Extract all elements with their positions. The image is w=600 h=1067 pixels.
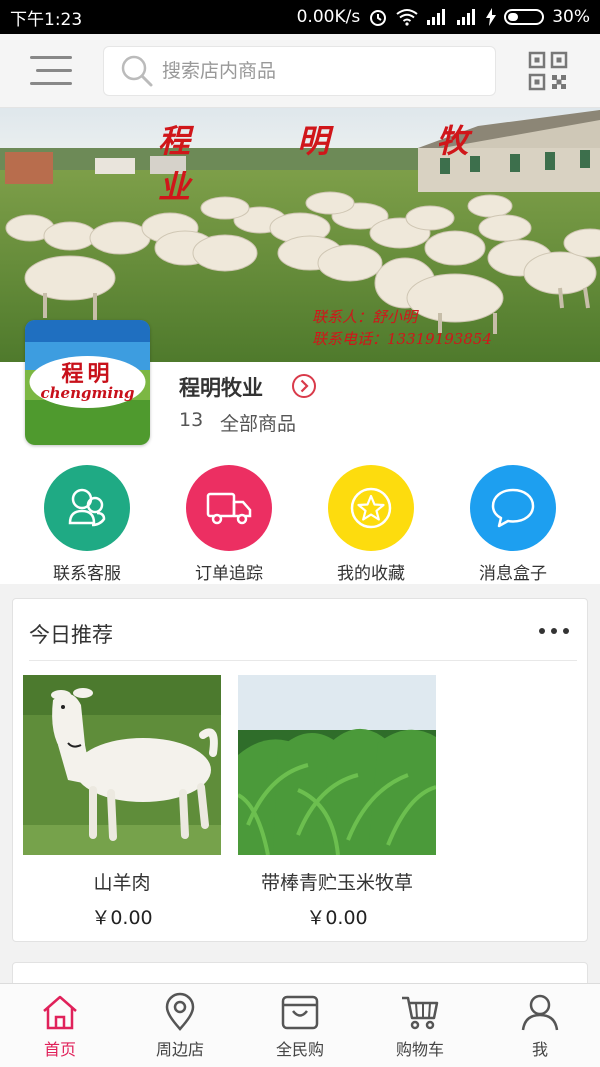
product-name: 山羊肉	[93, 872, 151, 894]
status-bar: 下午1:23 0.00K/s 30%	[0, 0, 600, 34]
quick-action-label: 联系客服	[53, 564, 121, 584]
banner-title: 程 明 牧 业	[158, 122, 517, 206]
signal-icon-2	[457, 9, 476, 25]
favorites-button[interactable]: 我的收藏	[301, 465, 441, 584]
nav-label: 购物车	[395, 1040, 444, 1059]
nav-label: 我	[531, 1040, 548, 1059]
all-products-link[interactable]: 全部商品	[220, 409, 296, 436]
nav-label: 周边店	[155, 1040, 204, 1059]
nav-home[interactable]: 首页	[0, 984, 120, 1067]
chevron-right-icon[interactable]	[291, 373, 317, 399]
nav-label: 首页	[43, 1040, 76, 1059]
product-price: ￥0.00	[306, 907, 368, 929]
network-speed: 0.00K/s	[296, 7, 361, 27]
status-indicators: 0.00K/s 30%	[297, 7, 590, 27]
nav-nearby[interactable]: 周边店	[120, 984, 240, 1067]
charging-icon	[486, 8, 497, 26]
product-name: 带棒青贮玉米牧草	[260, 872, 413, 894]
search-icon	[121, 55, 153, 87]
nav-me[interactable]: 我	[480, 984, 600, 1067]
nav-label: 全民购	[275, 1040, 324, 1059]
search-bar[interactable]	[103, 46, 496, 96]
customer-service-icon	[44, 465, 130, 551]
search-input[interactable]	[162, 60, 462, 82]
product-card-corn-forage[interactable]: 带棒青贮玉米牧草 ￥0.00	[238, 675, 436, 930]
location-pin-icon	[165, 992, 195, 1031]
nav-cart[interactable]: 购物车	[360, 984, 480, 1067]
todays-recommendations: 今日推荐 山羊肉 ￥0.00 带棒青贮玉米牧草 ￥0.00	[12, 598, 588, 942]
quick-actions: 联系客服 订单追踪 我的收藏 消息盒子	[0, 462, 600, 584]
battery-icon	[504, 9, 545, 25]
shopping-cart-icon	[402, 996, 439, 1030]
app-screen: 下午1:23 0.00K/s 30% 搜索店内商品 程 明 牧 业 联系人：舒小…	[0, 0, 600, 1067]
store-info: 程明 chengming 程明牧业 13 全部商品	[0, 320, 600, 462]
message-box-button[interactable]: 消息盒子	[443, 465, 583, 584]
battery-percent: 30%	[552, 7, 590, 27]
store-name[interactable]: 程明牧业	[179, 372, 263, 402]
quick-action-label: 消息盒子	[479, 564, 547, 584]
divider	[29, 660, 577, 661]
banner-contact-name: 联系人：舒小明	[312, 308, 418, 326]
more-dots-icon[interactable]	[539, 619, 569, 643]
section-title: 今日推荐	[29, 623, 113, 647]
banner-contact-phone: 联系电话：13319193854	[312, 330, 492, 348]
product-count: 13	[179, 409, 204, 431]
customer-service-button[interactable]: 联系客服	[17, 465, 157, 584]
banner-contact: 联系人：舒小明 联系电话：13319193854	[312, 306, 492, 350]
hamburger-menu-icon[interactable]	[30, 54, 72, 88]
store-logo: 程明 chengming	[25, 320, 150, 445]
quick-action-label: 订单追踪	[195, 564, 263, 584]
nav-group-buy[interactable]: 全民购	[240, 984, 360, 1067]
signal-icon	[427, 9, 446, 25]
bottom-nav: 首页 周边店 全民购 购物车 我	[0, 983, 600, 1067]
delivery-truck-icon	[186, 465, 272, 551]
top-header	[0, 34, 600, 108]
wifi-icon	[396, 9, 418, 26]
order-tracking-button[interactable]: 订单追踪	[159, 465, 299, 584]
product-card-goat[interactable]: 山羊肉 ￥0.00	[23, 675, 221, 930]
status-time: 下午1:23	[10, 9, 83, 30]
star-icon	[328, 465, 414, 551]
home-icon	[43, 995, 77, 1030]
qr-code-icon[interactable]	[528, 51, 568, 91]
chat-bubble-icon	[470, 465, 556, 551]
product-image-goat	[23, 675, 221, 855]
shopping-bag-icon	[281, 995, 319, 1030]
product-price: ￥0.00	[91, 907, 153, 929]
logo-text-en: chengming	[40, 384, 135, 402]
quick-action-label: 我的收藏	[337, 564, 405, 584]
user-icon	[521, 994, 559, 1031]
product-image-corn-forage	[238, 675, 436, 855]
alarm-icon	[370, 10, 387, 26]
